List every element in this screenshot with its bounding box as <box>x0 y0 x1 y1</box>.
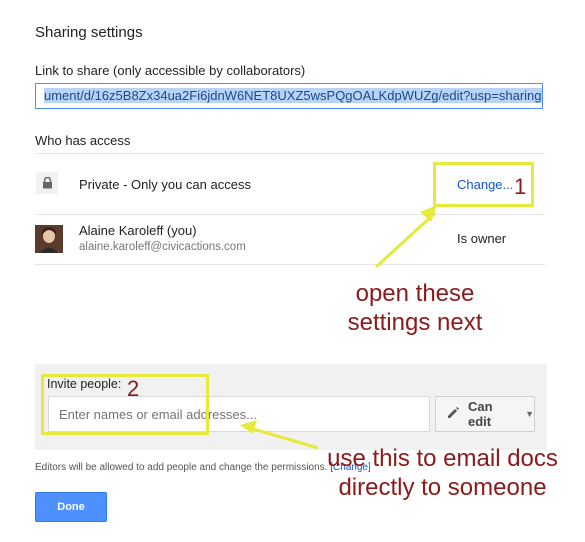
arrow-1 <box>374 211 437 269</box>
arrow-head-2 <box>240 420 257 434</box>
annotation-text-1-line1: open these <box>355 280 475 307</box>
annotation-text-1: open these settings next <box>320 279 510 337</box>
annotation-text-2-line1: use this to email docs <box>327 445 558 472</box>
arrow-2 <box>249 426 319 450</box>
annotation-text-2-line2: directly to someone <box>338 474 547 501</box>
annotation-text-2: use this to email docs directly to someo… <box>310 444 575 502</box>
annotation-text-1-line2: settings next <box>347 309 483 336</box>
